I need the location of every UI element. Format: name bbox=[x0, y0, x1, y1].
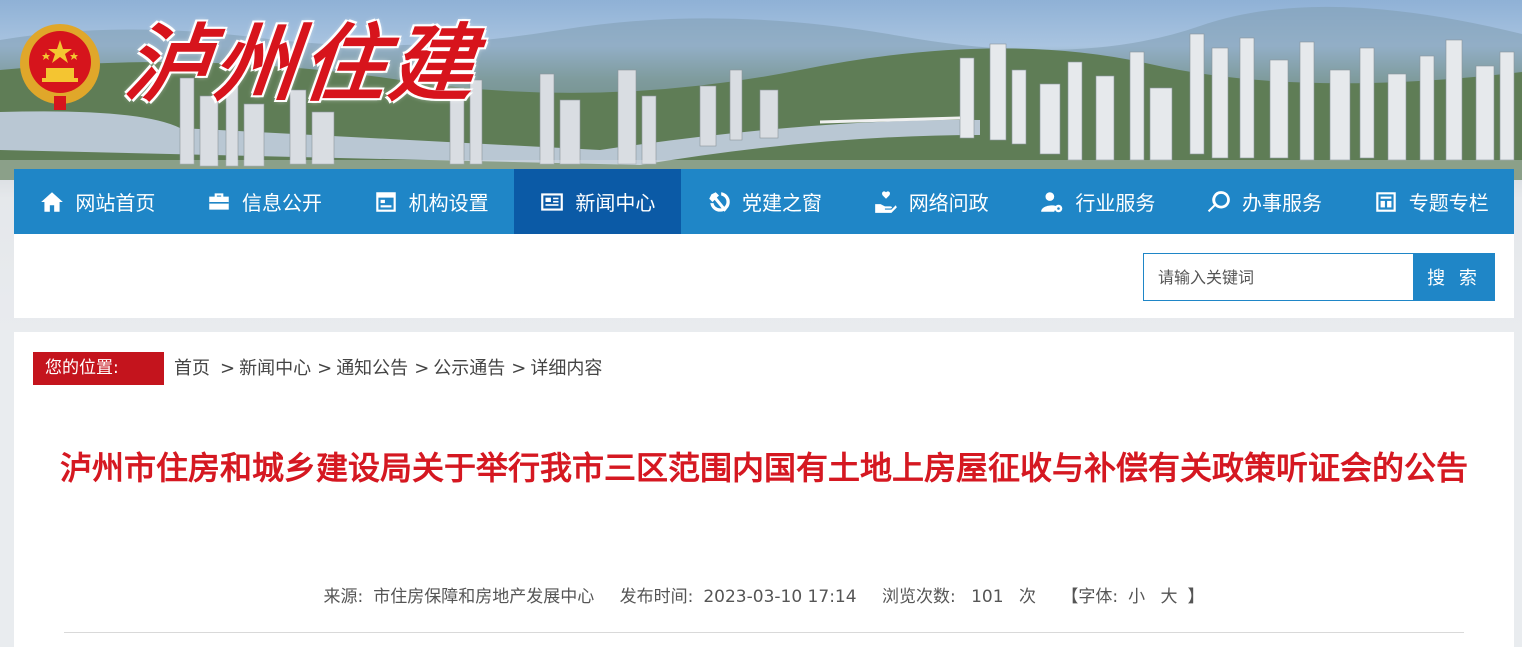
nav-item-label: 新闻中心 bbox=[575, 191, 656, 215]
search-bar: 搜 索 bbox=[14, 234, 1514, 318]
source-value: 市住房保障和房地产发展中心 bbox=[373, 587, 595, 607]
breadcrumb-home[interactable]: 首页 bbox=[174, 352, 210, 385]
nav-item-online-inquiry[interactable]: 网络问政 bbox=[847, 169, 1014, 234]
font-label: 【字体: bbox=[1061, 587, 1119, 607]
nav-item-label: 专题专栏 bbox=[1408, 191, 1489, 215]
date-label: 发布时间: bbox=[619, 587, 694, 607]
nav-item-info-disclosure[interactable]: 信息公开 bbox=[181, 169, 348, 234]
hand-heart-icon bbox=[874, 190, 897, 213]
search-button[interactable]: 搜 索 bbox=[1413, 253, 1495, 301]
breadcrumb-separator: > bbox=[220, 358, 236, 379]
article-meta: 来源: 市住房保障和房地产发展中心 发布时间: 2023-03-10 17:14 浏… bbox=[14, 582, 1514, 607]
views-count: 101 bbox=[971, 587, 1004, 607]
nav-item-label: 信息公开 bbox=[242, 191, 322, 215]
date: 发布时间: 2023-03-10 17:14 bbox=[615, 587, 862, 607]
breadcrumb: 首页 > 新闻中心 > 通知公告 > 公示通告 > 详细内容 bbox=[174, 352, 602, 385]
breadcrumb-current: 详细内容 bbox=[530, 358, 603, 379]
user-gear-icon bbox=[1041, 191, 1063, 212]
views-unit: 次 bbox=[1018, 587, 1036, 607]
nav-item-special-topics[interactable]: 专题专栏 bbox=[1347, 169, 1514, 234]
briefcase-icon bbox=[209, 192, 229, 210]
font-size-control: 【字体: 小 大】 bbox=[1056, 587, 1209, 607]
breadcrumb-separator: > bbox=[511, 358, 527, 379]
nav-item-party-building[interactable]: 党建之窗 bbox=[681, 169, 848, 234]
nav-item-label: 网站首页 bbox=[75, 191, 156, 215]
site-logo[interactable]: 泸州住建 bbox=[121, 14, 483, 114]
views-label: 浏览次数: bbox=[881, 587, 956, 607]
search-input[interactable] bbox=[1143, 253, 1413, 301]
breadcrumb-announcements[interactable]: 公示通告 bbox=[433, 352, 505, 385]
date-value: 2023-03-10 17:14 bbox=[703, 587, 857, 607]
nav-item-label: 党建之窗 bbox=[742, 191, 823, 215]
search-icon bbox=[1207, 190, 1230, 212]
font-label-close: 】 bbox=[1187, 587, 1205, 607]
nav-item-label: 网络问政 bbox=[908, 191, 989, 215]
nav-item-organization[interactable]: 机构设置 bbox=[347, 169, 514, 234]
nav-item-affairs-service[interactable]: 办事服务 bbox=[1181, 169, 1348, 234]
source-label-text: 来源: bbox=[323, 587, 364, 607]
font-large-link[interactable]: 大 bbox=[1161, 587, 1178, 607]
home-icon bbox=[41, 191, 64, 212]
window-icon bbox=[375, 191, 396, 212]
nav-item-label: 办事服务 bbox=[1242, 191, 1323, 215]
hammer-sickle-icon bbox=[709, 191, 730, 212]
national-emblem-icon bbox=[20, 24, 100, 110]
views: 浏览次数: 101 次 bbox=[877, 587, 1041, 607]
breadcrumb-separator: > bbox=[414, 358, 430, 379]
main-nav: 网站首页 信息公开 机构设置 新闻中心 党建之窗 网络问政 行业服务 办事服务 … bbox=[14, 169, 1514, 234]
newspaper-icon bbox=[541, 192, 564, 211]
font-small-link[interactable]: 小 bbox=[1128, 587, 1145, 607]
nav-item-label: 行业服务 bbox=[1075, 191, 1156, 215]
article-title: 泸州市住房和城乡建设局关于举行我市三区范围内国有土地上房屋征收与补偿有关政策听证… bbox=[59, 449, 1468, 487]
nav-item-industry-service[interactable]: 行业服务 bbox=[1014, 169, 1181, 234]
breadcrumb-news-center[interactable]: 新闻中心 bbox=[239, 352, 311, 385]
article-panel: 您的位置: 首页 > 新闻中心 > 通知公告 > 公示通告 > 详细内容 泸州市… bbox=[14, 332, 1514, 647]
grid-box-icon bbox=[1375, 191, 1396, 212]
nav-item-label: 机构设置 bbox=[408, 191, 489, 215]
nav-item-home[interactable]: 网站首页 bbox=[14, 169, 181, 234]
nav-item-news-center[interactable]: 新闻中心 bbox=[514, 169, 681, 234]
divider bbox=[64, 632, 1464, 633]
source-label: 来源: 市住房保障和房地产发展中心 bbox=[318, 587, 599, 607]
breadcrumb-separator: > bbox=[317, 358, 333, 379]
breadcrumb-notices[interactable]: 通知公告 bbox=[336, 352, 408, 385]
location-badge: 您的位置: bbox=[33, 352, 164, 385]
